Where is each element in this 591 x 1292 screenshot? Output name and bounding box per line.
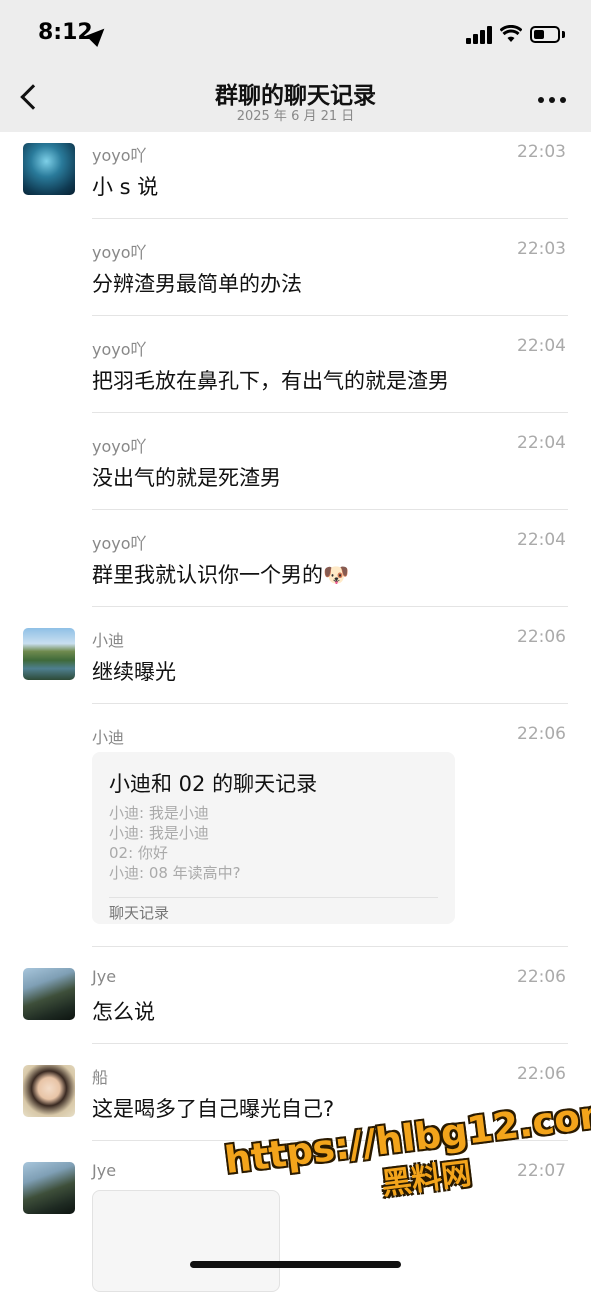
sender-name: yoyo吖 [92,146,147,165]
more-options-icon[interactable] [538,97,566,105]
message-text: 怎么说 [92,1000,155,1024]
card-preview-line: 小迪: 我是小迪 [109,824,209,842]
avatar[interactable] [23,143,75,195]
message-text: 群里我就认识你一个男的🐶 [92,559,349,589]
divider [92,315,568,316]
sender-name: 小迪 [92,728,125,747]
status-bar: 8:12 [0,0,591,70]
home-indicator[interactable] [190,1261,401,1268]
sender-name: yoyo吖 [92,340,147,359]
card-footer: 聊天记录 [109,904,170,922]
divider [92,218,568,219]
avatar[interactable] [23,1065,75,1117]
message-time: 22:06 [517,627,566,647]
message-text: 继续曝光 [92,660,176,684]
avatar[interactable] [23,628,75,680]
divider [92,509,568,510]
card-divider [109,897,438,898]
battery-icon [530,26,560,43]
message-time: 22:06 [517,724,566,744]
message-time: 22:06 [517,1064,566,1084]
dog-emoji-icon: 🐶 [323,563,350,587]
card-preview-line: 小迪: 08 年读高中? [109,864,241,882]
battery-tip [562,31,565,38]
divider [92,1043,568,1044]
page-subtitle: 2025 年 6 月 21 日 [236,109,355,124]
message-time: 22:04 [517,336,566,356]
forwarded-chat-card[interactable]: 小迪和 02 的聊天记录 小迪: 我是小迪 小迪: 我是小迪 02: 你好 小迪… [92,752,455,924]
card-title: 小迪和 02 的聊天记录 [109,772,318,796]
avatar[interactable] [23,1162,75,1214]
divider [92,412,568,413]
sender-name: yoyo吖 [92,243,147,262]
message-time: 22:06 [517,967,566,987]
status-time: 8:12 [38,20,93,45]
sender-name: Jye [92,967,117,986]
sender-name: 小迪 [92,631,125,650]
sender-name: 船 [92,1068,109,1087]
message-text: 小 s 说 [92,175,159,199]
message-time: 22:04 [517,530,566,550]
message-time: 22:04 [517,433,566,453]
sender-name: yoyo吖 [92,437,147,456]
message-text-content: 群里我就认识你一个男的 [92,563,323,587]
sender-name: Jye [92,1161,117,1180]
sender-name: yoyo吖 [92,534,147,553]
message-text: 这是喝多了自己曝光自己? [92,1097,335,1121]
nav-bar: 群聊的聊天记录 2025 年 6 月 21 日 [0,70,591,132]
message-time: 22:03 [517,142,566,162]
divider [92,703,568,704]
divider [92,606,568,607]
cellular-signal-icon [466,26,494,44]
avatar[interactable] [23,968,75,1020]
message-time: 22:03 [517,239,566,259]
message-text: 没出气的就是死渣男 [92,466,281,490]
divider [92,946,568,947]
card-preview-line: 02: 你好 [109,844,168,862]
wifi-icon [500,25,522,42]
message-text: 分辨渣男最简单的办法 [92,272,302,296]
message-text: 把羽毛放在鼻孔下，有出气的就是渣男 [92,369,449,393]
card-preview-line: 小迪: 我是小迪 [109,804,209,822]
